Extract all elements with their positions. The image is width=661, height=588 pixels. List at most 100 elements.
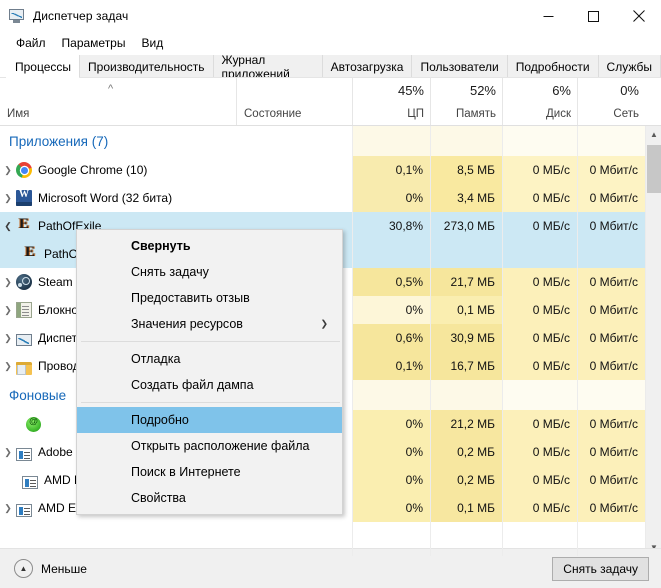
column-header-name[interactable]: ^ Имя (0, 78, 236, 125)
disk-value: 0 МБ/с (532, 275, 570, 289)
column-header-cpu-label: ЦП (407, 108, 424, 120)
submenu-chevron-icon: ❯ (320, 318, 328, 329)
menu-item-view[interactable]: Вид (133, 34, 171, 53)
collapse-chevron-icon[interactable]: ❮ (0, 221, 16, 232)
expand-chevron-icon[interactable]: ❯ (0, 165, 16, 176)
context-menu-item-search-online[interactable]: Поиск в Интернете (77, 459, 342, 485)
tab-performance[interactable]: Производительность (79, 55, 213, 78)
memory-value: 21,2 МБ (450, 417, 495, 431)
disk-value: 0 МБ/с (532, 163, 570, 177)
context-menu-item-provide-feedback[interactable]: Предоставить отзыв (77, 285, 342, 311)
column-header-state-label: Состояние (244, 108, 302, 120)
tab-users[interactable]: Пользователи (411, 55, 507, 78)
expand-chevron-icon[interactable]: ❯ (0, 447, 16, 458)
disk-value: 0 МБ/с (532, 417, 570, 431)
expand-chevron-icon[interactable]: ❯ (0, 361, 16, 372)
chevron-up-circle-icon: ▲ (14, 559, 33, 578)
column-header-cpu[interactable]: 45% ЦП (352, 78, 430, 125)
minimize-button[interactable] (526, 0, 571, 32)
tab-details[interactable]: Подробности (506, 55, 598, 78)
tab-services[interactable]: Службы (597, 55, 661, 78)
tab-processes[interactable]: Процессы (6, 55, 80, 78)
explorer-icon (16, 361, 32, 375)
task-manager-icon (9, 8, 25, 24)
vertical-scrollbar[interactable]: ▲ ▼ (645, 126, 661, 556)
cpu-value: 0% (405, 191, 423, 205)
cpu-value: 0% (405, 445, 423, 459)
context-menu-item-debug[interactable]: Отладка (77, 346, 342, 372)
group-header-row-apps[interactable]: Приложения (7) (0, 126, 645, 156)
memory-value: 30,9 МБ (450, 331, 495, 345)
network-value: 0 Мбит/с (589, 163, 638, 177)
column-header-memory[interactable]: 52% Память (430, 78, 502, 125)
disk-value: 0 МБ/с (532, 445, 570, 459)
memory-value: 0,1 МБ (457, 501, 495, 515)
close-button[interactable] (616, 0, 661, 32)
context-menu-item-go-to-details[interactable]: Подробно (77, 407, 342, 433)
context-menu-item-create-dump[interactable]: Создать файл дампа (77, 372, 342, 398)
title-bar: Диспетчер задач (0, 0, 661, 32)
scroll-up-button[interactable]: ▲ (646, 126, 661, 143)
disk-value: 0 МБ/с (532, 473, 570, 487)
notepad-icon (16, 302, 32, 318)
disk-value: 0 МБ/с (532, 359, 570, 373)
network-value: 0 Мбит/с (589, 303, 638, 317)
cpu-value: 0,1% (395, 163, 423, 177)
expand-chevron-icon[interactable]: ❯ (0, 333, 16, 344)
menu-item-options[interactable]: Параметры (54, 34, 134, 53)
network-value: 0 Мбит/с (589, 359, 638, 373)
cpu-value: 0% (405, 473, 423, 487)
disk-total-percent: 6% (552, 83, 571, 98)
fewer-details-button[interactable]: ▲ Меньше (14, 559, 87, 578)
fewer-details-label: Меньше (41, 561, 87, 576)
table-row[interactable]: ❯ Google Chrome (10) 0,1% 8,5 МБ 0 МБ/с … (0, 156, 645, 184)
table-row[interactable]: ❯ Microsoft Word (32 бита) 0% 3,4 МБ 0 М… (0, 184, 645, 212)
memory-total-percent: 52% (469, 83, 496, 98)
steam-icon (16, 274, 32, 290)
path-of-exile-icon (22, 244, 38, 262)
memory-value: 3,4 МБ (457, 191, 495, 205)
memory-value: 0,2 МБ (457, 473, 495, 487)
network-value: 0 Мбит/с (589, 331, 638, 345)
network-value: 0 Мбит/с (589, 191, 638, 205)
column-header-state[interactable]: Состояние (236, 78, 352, 125)
network-value: 0 Мбит/с (589, 219, 638, 233)
chrome-icon (16, 162, 32, 178)
group-label-background: Фоновые (9, 387, 67, 403)
cpu-value: 30,8% (388, 219, 423, 233)
cpu-value: 0,6% (395, 331, 423, 345)
path-of-exile-icon (16, 216, 32, 234)
window-controls (526, 0, 661, 32)
expand-chevron-icon[interactable]: ❯ (0, 503, 16, 514)
cpu-value: 0,1% (395, 359, 423, 373)
cpu-value: 0% (405, 417, 423, 431)
generic-service-icon (16, 447, 32, 461)
end-task-button[interactable]: Снять задачу (552, 557, 649, 581)
context-menu-item-minimize[interactable]: Свернуть (77, 233, 342, 259)
memory-value: 16,7 МБ (450, 359, 495, 373)
menu-item-file[interactable]: Файл (8, 34, 54, 53)
disk-value: 0 МБ/с (532, 219, 570, 233)
expand-chevron-icon[interactable]: ❯ (0, 193, 16, 204)
column-header-network[interactable]: 0% Сеть (577, 78, 645, 125)
column-header-disk-label: Диск (546, 108, 571, 120)
vertical-scroll-thumb[interactable] (647, 145, 661, 193)
context-menu-item-end-task[interactable]: Снять задачу (77, 259, 342, 285)
tab-startup[interactable]: Автозагрузка (321, 55, 412, 78)
context-menu[interactable]: Свернуть Снять задачу Предоставить отзыв… (76, 229, 343, 515)
expand-chevron-icon[interactable]: ❯ (0, 305, 16, 316)
maximize-button[interactable] (571, 0, 616, 32)
tab-app-history[interactable]: Журнал приложений (212, 53, 322, 81)
generic-service-icon (16, 503, 32, 517)
network-value: 0 Мбит/с (589, 445, 638, 459)
column-header-disk[interactable]: 6% Диск (502, 78, 577, 125)
network-value: 0 Мбит/с (589, 473, 638, 487)
column-header-name-label: Имя (7, 108, 30, 120)
expand-chevron-icon[interactable]: ❯ (0, 277, 16, 288)
context-menu-item-properties[interactable]: Свойства (77, 485, 342, 511)
cpu-total-percent: 45% (397, 83, 424, 98)
context-menu-item-open-file-location[interactable]: Открыть расположение файла (77, 433, 342, 459)
column-header-network-label: Сеть (613, 108, 639, 120)
context-menu-item-resource-values[interactable]: Значения ресурсов ❯ (77, 311, 342, 337)
memory-value: 0,2 МБ (457, 445, 495, 459)
